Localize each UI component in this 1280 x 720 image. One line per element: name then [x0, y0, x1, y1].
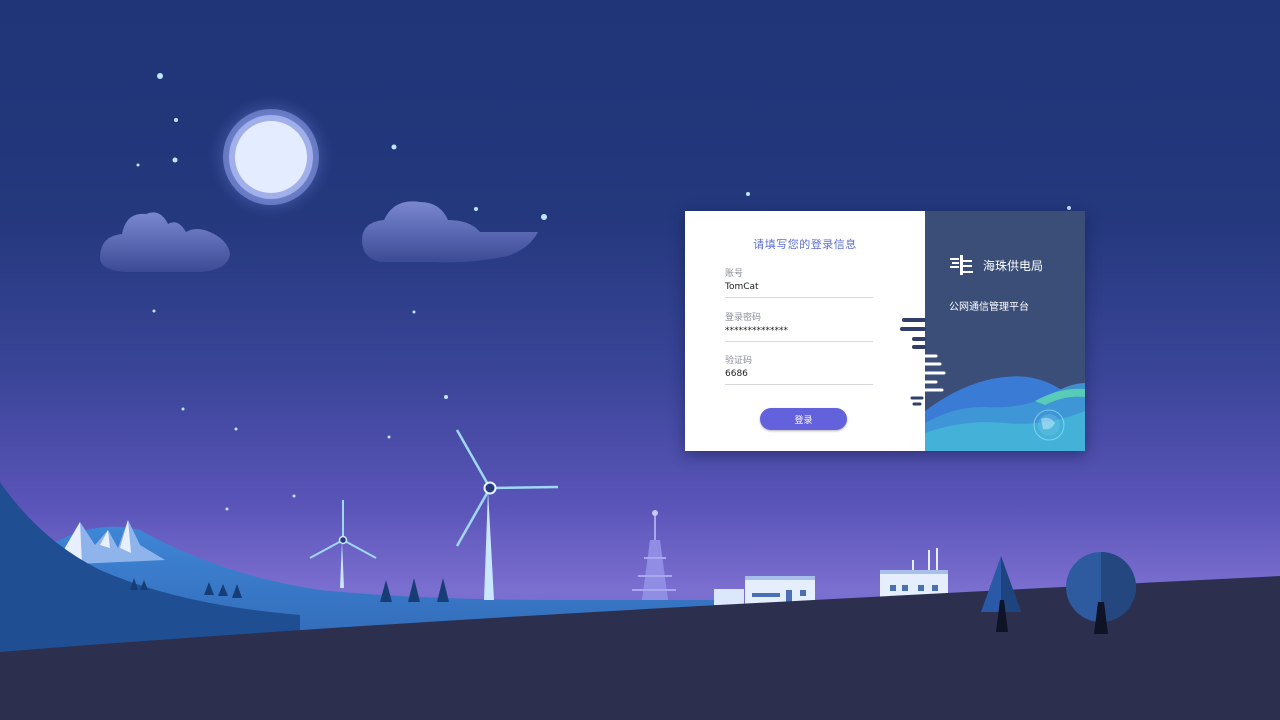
- cloud-left-icon: [100, 212, 230, 272]
- form-title: 请填写您的登录信息: [753, 238, 857, 251]
- moon-icon: [209, 95, 333, 219]
- password-label: 登录密码: [725, 313, 762, 323]
- account-input[interactable]: [725, 280, 873, 298]
- tower-icon: [632, 510, 676, 600]
- captcha-input[interactable]: [725, 367, 873, 385]
- account-field: 账号: [725, 268, 873, 298]
- wind-turbine-large-icon: [455, 429, 559, 600]
- password-input[interactable]: [725, 324, 873, 342]
- login-form-panel: 请填写您的登录信息 账号 登录密码 验证码 登录: [685, 211, 925, 451]
- login-card: 请填写您的登录信息 账号 登录密码 验证码 登录: [685, 211, 1085, 451]
- captcha-label: 验证码: [725, 356, 753, 366]
- night-landscape-background: [0, 73, 1280, 720]
- captcha-field: 验证码: [725, 355, 873, 385]
- account-label: 账号: [725, 269, 744, 279]
- cloud-right-icon: [362, 201, 538, 263]
- login-button[interactable]: 登录: [760, 408, 847, 430]
- speed-lines-decoration: [900, 318, 946, 406]
- wind-turbine-small-icon: [309, 500, 377, 588]
- password-field: 登录密码: [725, 312, 873, 342]
